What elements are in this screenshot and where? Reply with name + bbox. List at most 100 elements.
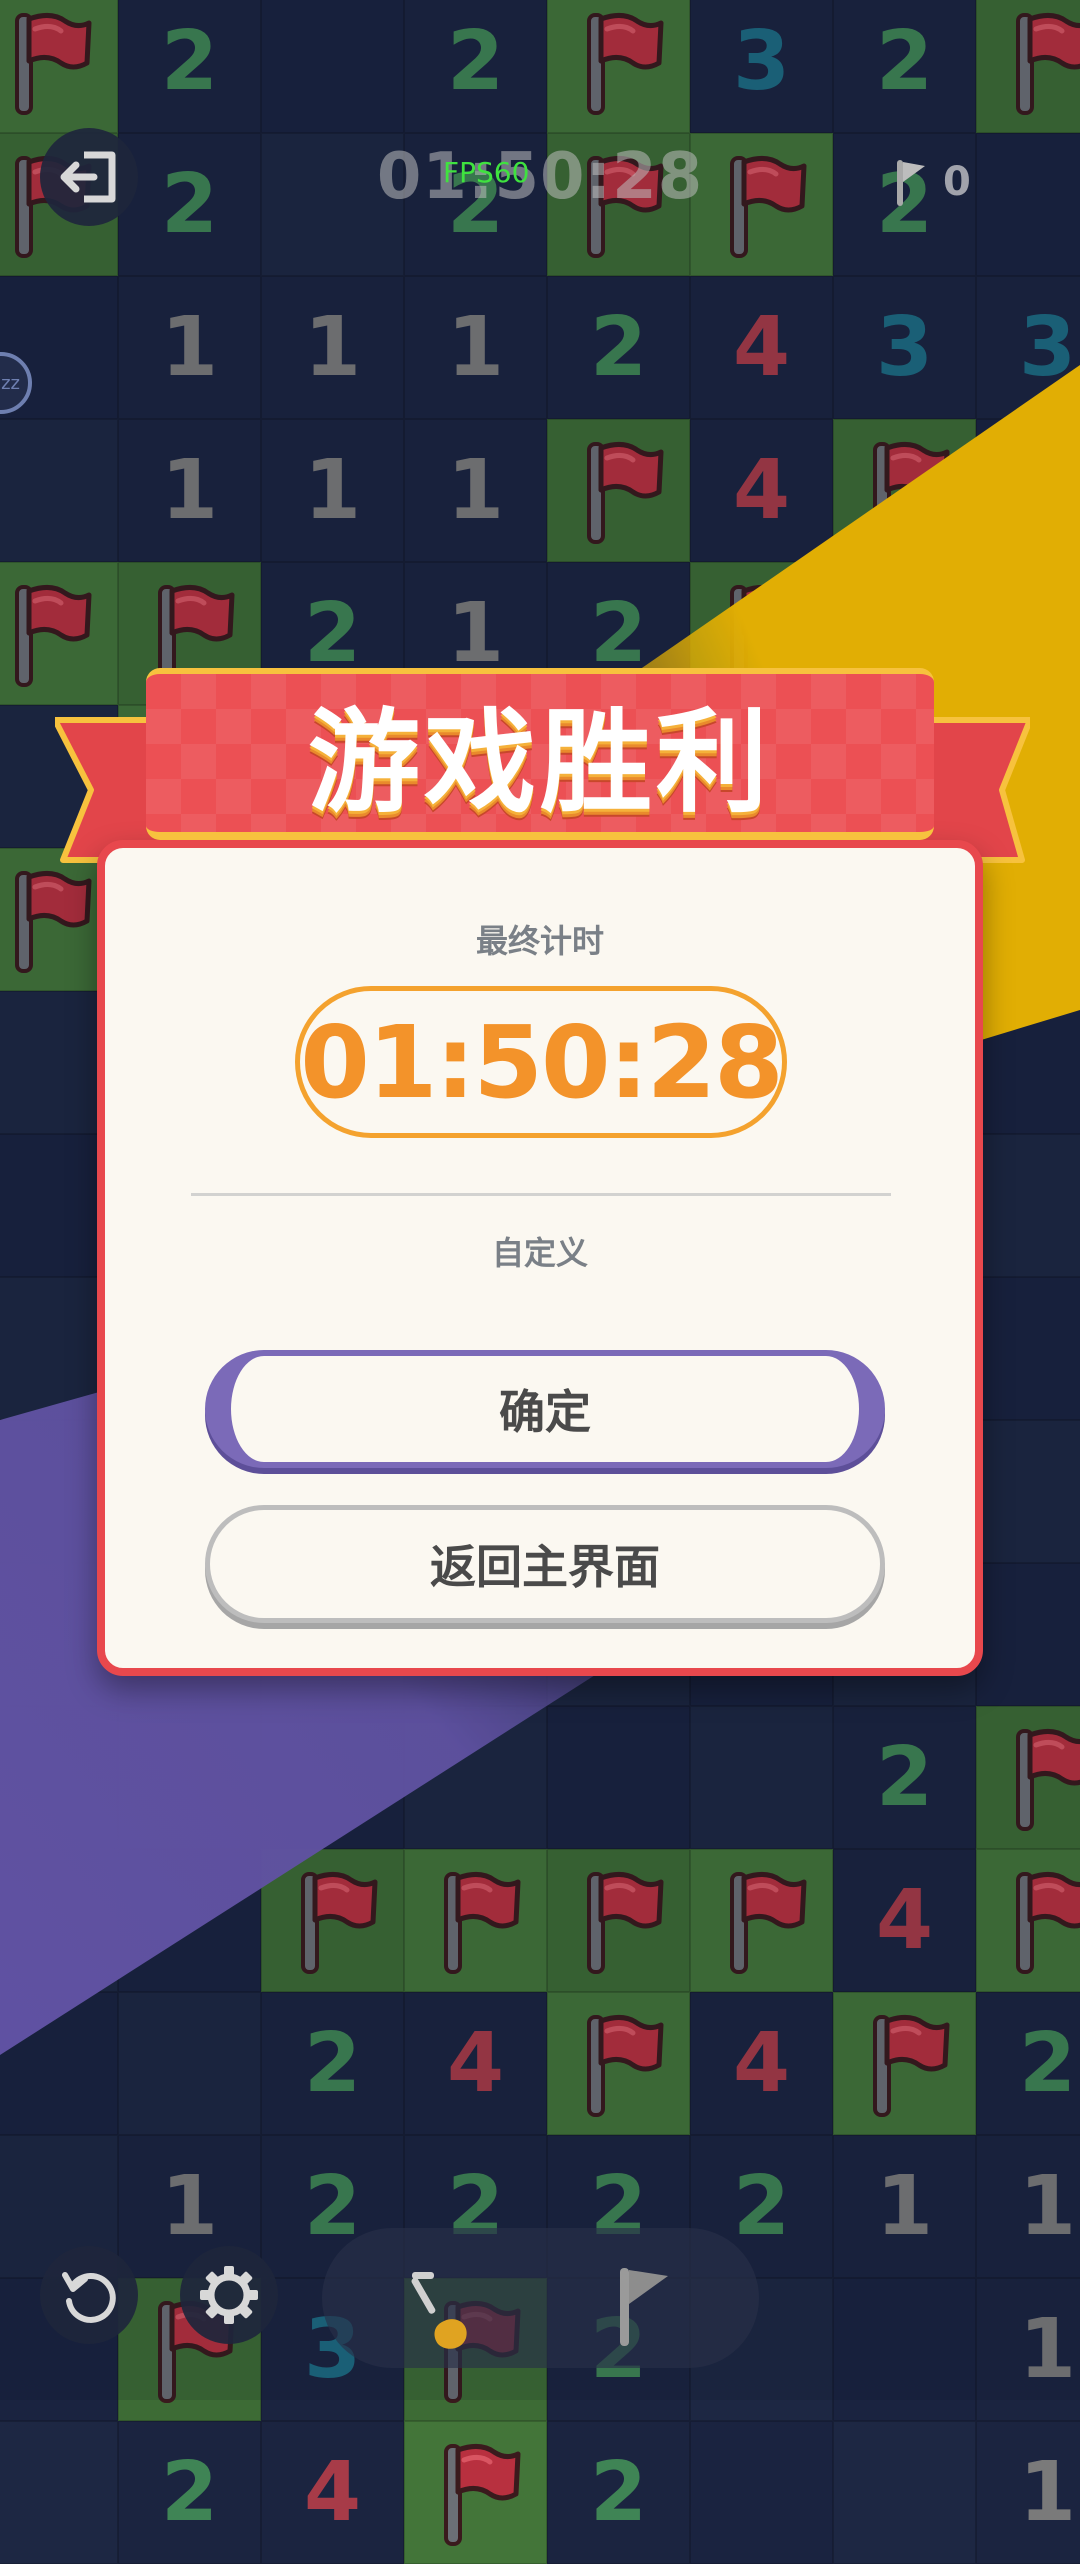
number-cell[interactable]: 2 bbox=[118, 0, 261, 133]
flagged-cell[interactable] bbox=[547, 0, 690, 133]
cell-number: 1 bbox=[161, 2159, 218, 2254]
cell-number: 2 bbox=[876, 1730, 933, 1825]
flagged-cell[interactable] bbox=[976, 0, 1080, 133]
undo-button[interactable] bbox=[40, 2246, 138, 2344]
cell-number: 2 bbox=[590, 586, 647, 681]
number-cell[interactable]: 1 bbox=[976, 2421, 1080, 2564]
flag-icon bbox=[428, 1866, 524, 1976]
board-cell[interactable] bbox=[976, 1134, 1080, 1277]
board-cell[interactable] bbox=[118, 1992, 261, 2135]
cell-number: 4 bbox=[447, 2016, 504, 2111]
number-cell[interactable]: 4 bbox=[690, 276, 833, 419]
number-cell[interactable]: 1 bbox=[261, 419, 404, 562]
cell-number: 2 bbox=[161, 2445, 218, 2540]
final-time-label: 最终计时 bbox=[105, 916, 975, 962]
number-cell[interactable]: 3 bbox=[690, 0, 833, 133]
number-cell[interactable]: 2 bbox=[547, 2421, 690, 2564]
final-time-value: 01:50:28 bbox=[300, 1004, 781, 1121]
flagged-cell[interactable] bbox=[404, 1849, 547, 1992]
board-cell[interactable] bbox=[976, 991, 1080, 1134]
flag-icon bbox=[1000, 1723, 1080, 1833]
board-cell[interactable] bbox=[547, 1706, 690, 1849]
flagged-cell[interactable] bbox=[833, 1992, 976, 2135]
cell-number: 1 bbox=[447, 443, 504, 538]
number-cell[interactable]: 1 bbox=[404, 276, 547, 419]
board-cell[interactable] bbox=[0, 419, 118, 562]
flagged-cell[interactable] bbox=[976, 1706, 1080, 1849]
number-cell[interactable]: 1 bbox=[118, 419, 261, 562]
board-cell[interactable] bbox=[976, 419, 1080, 562]
number-cell[interactable]: 2 bbox=[261, 1992, 404, 2135]
flag-icon bbox=[571, 1866, 667, 1976]
number-cell[interactable]: 4 bbox=[404, 1992, 547, 2135]
flagged-cell[interactable] bbox=[0, 562, 118, 705]
number-cell[interactable]: 1 bbox=[261, 276, 404, 419]
board-cell[interactable] bbox=[0, 1706, 118, 1849]
board-cell[interactable] bbox=[690, 2421, 833, 2564]
cell-number: 1 bbox=[161, 443, 218, 538]
board-cell[interactable] bbox=[690, 1706, 833, 1849]
number-cell[interactable]: 1 bbox=[404, 419, 547, 562]
flag-icon bbox=[1000, 7, 1080, 117]
flagged-cell[interactable] bbox=[690, 1849, 833, 1992]
number-cell[interactable]: 1 bbox=[833, 2135, 976, 2278]
number-cell[interactable]: 1 bbox=[118, 276, 261, 419]
tool-selector[interactable] bbox=[322, 2228, 759, 2368]
flagged-cell[interactable] bbox=[547, 419, 690, 562]
number-cell[interactable]: 2 bbox=[833, 0, 976, 133]
cell-number: 2 bbox=[304, 586, 361, 681]
number-cell[interactable]: 4 bbox=[833, 1849, 976, 1992]
cell-number: 2 bbox=[1019, 2016, 1076, 2111]
number-cell[interactable]: 3 bbox=[833, 276, 976, 419]
board-cell[interactable] bbox=[976, 1420, 1080, 1563]
number-cell[interactable]: 2 bbox=[118, 2421, 261, 2564]
flag-icon bbox=[0, 865, 95, 975]
flagged-cell[interactable] bbox=[404, 2421, 547, 2564]
flagged-cell[interactable] bbox=[547, 1849, 690, 1992]
victory-banner: 游戏胜利 bbox=[146, 668, 934, 840]
flagged-cell[interactable] bbox=[261, 1849, 404, 1992]
settings-button[interactable] bbox=[180, 2246, 278, 2344]
number-cell[interactable]: 4 bbox=[261, 2421, 404, 2564]
flag-tool-icon[interactable] bbox=[612, 2260, 672, 2350]
number-cell[interactable]: 4 bbox=[690, 419, 833, 562]
board-cell[interactable] bbox=[976, 562, 1080, 705]
board-cell[interactable] bbox=[0, 1992, 118, 2135]
flagged-cell[interactable] bbox=[547, 1992, 690, 2135]
number-cell[interactable]: 2 bbox=[547, 276, 690, 419]
board-cell[interactable] bbox=[404, 1706, 547, 1849]
board-cell[interactable] bbox=[833, 2421, 976, 2564]
shovel-icon[interactable] bbox=[398, 2266, 478, 2356]
flagged-cell[interactable] bbox=[0, 0, 118, 133]
cell-number: 1 bbox=[161, 300, 218, 395]
undo-icon bbox=[59, 2265, 119, 2325]
board-cell[interactable] bbox=[261, 0, 404, 133]
flag-icon bbox=[857, 2009, 953, 2119]
board-cell[interactable] bbox=[0, 1849, 118, 1992]
flag-icon bbox=[571, 7, 667, 117]
board-cell[interactable] bbox=[261, 1706, 404, 1849]
number-cell[interactable]: 2 bbox=[404, 0, 547, 133]
number-cell[interactable]: 3 bbox=[976, 276, 1080, 419]
number-cell[interactable]: 2 bbox=[976, 1992, 1080, 2135]
number-cell[interactable]: 4 bbox=[690, 1992, 833, 2135]
confirm-button[interactable]: 确定 bbox=[205, 1350, 885, 1468]
flag-icon bbox=[1000, 1866, 1080, 1976]
flagged-cell[interactable] bbox=[976, 1849, 1080, 1992]
return-home-button[interactable]: 返回主界面 bbox=[205, 1505, 885, 1623]
cell-number: 2 bbox=[161, 14, 218, 109]
board-cell[interactable] bbox=[0, 2421, 118, 2564]
board-cell[interactable] bbox=[118, 1849, 261, 1992]
flagged-cell[interactable] bbox=[833, 419, 976, 562]
board-cell[interactable] bbox=[976, 1277, 1080, 1420]
cell-number: 1 bbox=[447, 586, 504, 681]
board-cell[interactable] bbox=[976, 1563, 1080, 1706]
board-cell[interactable] bbox=[118, 1706, 261, 1849]
cell-number: 4 bbox=[876, 1873, 933, 1968]
flag-counter: 0 bbox=[893, 156, 971, 208]
number-cell[interactable]: 2 bbox=[833, 1706, 976, 1849]
number-cell[interactable]: 1 bbox=[976, 2135, 1080, 2278]
divider bbox=[191, 1193, 891, 1196]
flag-icon bbox=[428, 2438, 524, 2548]
cell-number: 4 bbox=[733, 300, 790, 395]
